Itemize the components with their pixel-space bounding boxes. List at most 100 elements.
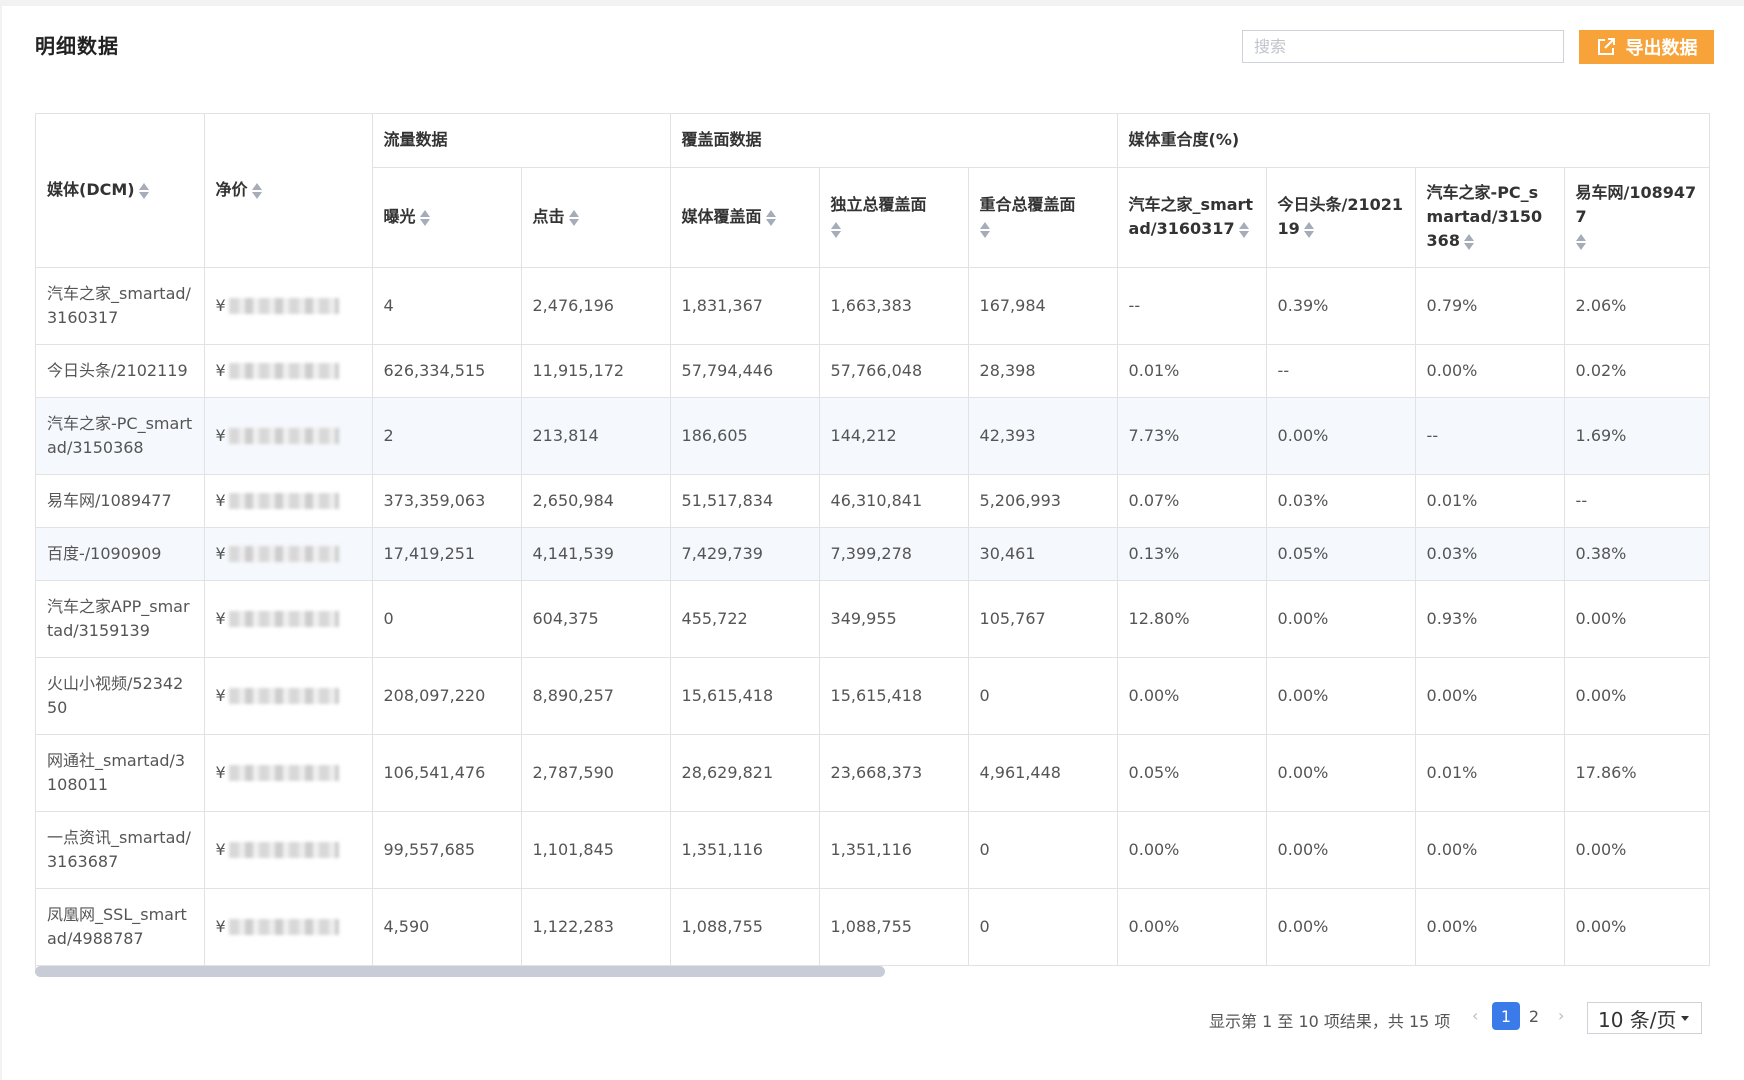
currency-symbol: ¥ [215, 543, 226, 563]
cell-ov-autohome-pc: -- [1415, 397, 1565, 475]
cell-clicks: 2,476,196 [521, 267, 671, 345]
sort-icon[interactable] [765, 209, 776, 227]
cell-media-coverage: 15,615,418 [670, 657, 820, 735]
cell-impressions: 17,419,251 [372, 527, 522, 581]
currency-symbol: ¥ [215, 685, 226, 705]
export-button[interactable]: 导出数据 [1579, 30, 1714, 64]
cell-ov-autohome: 12.80% [1117, 580, 1267, 658]
currency-symbol: ¥ [215, 608, 226, 628]
redacted-price [228, 297, 339, 314]
cell-media: 网通社_smartad/3108011 [36, 734, 205, 812]
sort-icon[interactable] [419, 209, 430, 227]
cell-ov-yiche: 0.38% [1564, 527, 1710, 581]
col-ov-yiche-header[interactable]: 易车网/1089477 [1564, 167, 1710, 268]
price-value: ¥ [216, 761, 361, 785]
col-ov-autohome-header[interactable]: 汽车之家_smartad/3160317 [1117, 167, 1267, 268]
cell-media-coverage: 57,794,446 [670, 344, 820, 398]
cell-unique-coverage: 144,212 [819, 397, 969, 475]
next-page-icon[interactable]: › [1558, 1006, 1564, 1025]
cell-ov-yiche: 0.00% [1564, 811, 1710, 889]
cell-ov-autohome: 0.00% [1117, 888, 1267, 966]
horizontal-scrollbar[interactable] [35, 966, 885, 977]
cell-unique-coverage: 15,615,418 [819, 657, 969, 735]
cell-ov-yiche: 0.02% [1564, 344, 1710, 398]
cell-ov-autohome: 7.73% [1117, 397, 1267, 475]
sort-icon[interactable] [1238, 221, 1249, 239]
page-1-button[interactable]: 1 [1492, 1002, 1520, 1030]
table-row: 汽车之家APP_smartad/3159139 ¥0 604,375 455,722 3… [36, 580, 1710, 658]
table-row: 网通社_smartad/3108011 ¥106,541,476 2,787,590… [36, 734, 1710, 812]
sort-icon[interactable] [1303, 221, 1314, 239]
cell-unique-coverage: 1,351,116 [819, 811, 969, 889]
currency-symbol: ¥ [215, 295, 226, 315]
redacted-price [228, 492, 339, 509]
cell-price: ¥ [204, 344, 373, 398]
prev-page-icon[interactable]: ‹ [1472, 1006, 1478, 1025]
cell-price: ¥ [204, 811, 373, 889]
cell-price: ¥ [204, 527, 373, 581]
cell-impressions: 373,359,063 [372, 474, 522, 528]
currency-symbol: ¥ [215, 762, 226, 782]
detail-table: 媒体(DCM) 净价 流量数据 覆盖面数据 媒体重合度(%) 曝光 点击 媒体覆… [36, 114, 1710, 966]
sort-icon[interactable] [1575, 233, 1586, 251]
cell-media: 汽车之家_smartad/3160317 [36, 267, 205, 345]
cell-ov-autohome: 0.13% [1117, 527, 1267, 581]
col-media-header[interactable]: 媒体(DCM) [36, 114, 205, 268]
price-value: ¥ [216, 489, 361, 513]
detail-table-container[interactable]: 媒体(DCM) 净价 流量数据 覆盖面数据 媒体重合度(%) 曝光 点击 媒体覆… [35, 113, 1710, 969]
table-row: 凤凰网_SSL_smartad/4988787 ¥4,590 1,122,283 1,… [36, 888, 1710, 966]
table-row: 汽车之家-PC_smartad/3150368 ¥2 213,814 186,605 1… [36, 397, 1710, 475]
cell-ov-autohome: 0.00% [1117, 811, 1267, 889]
page-size-label: 10 条/页 [1598, 1007, 1677, 1032]
sort-icon[interactable] [830, 221, 841, 239]
cell-ov-autohome-pc: 0.00% [1415, 344, 1565, 398]
cell-unique-coverage: 1,088,755 [819, 888, 969, 966]
col-overlap-coverage-header[interactable]: 重合总覆盖面 [968, 167, 1118, 268]
search-input[interactable] [1242, 30, 1564, 63]
col-ov-toutiao-header[interactable]: 今日头条/2102119 [1266, 167, 1416, 268]
page-2-button[interactable]: 2 [1520, 1002, 1548, 1030]
cell-ov-autohome-pc: 0.00% [1415, 657, 1565, 735]
currency-symbol: ¥ [215, 490, 226, 510]
cell-overlap-coverage: 42,393 [968, 397, 1118, 475]
cell-overlap-coverage: 105,767 [968, 580, 1118, 658]
cell-impressions: 99,557,685 [372, 811, 522, 889]
cell-price: ¥ [204, 888, 373, 966]
price-value: ¥ [216, 424, 361, 448]
col-clicks-header[interactable]: 点击 [521, 167, 671, 268]
sort-icon[interactable] [568, 209, 579, 227]
redacted-price [228, 764, 339, 781]
cell-clicks: 8,890,257 [521, 657, 671, 735]
cell-ov-toutiao: 0.03% [1266, 474, 1416, 528]
cell-media: 汽车之家-PC_smartad/3150368 [36, 397, 205, 475]
cell-media: 今日头条/2102119 [36, 344, 205, 398]
sort-icon[interactable] [138, 182, 149, 200]
page-title: 明细数据 [35, 34, 119, 58]
cell-clicks: 2,650,984 [521, 474, 671, 528]
cell-media-coverage: 28,629,821 [670, 734, 820, 812]
table-row: 百度-/1090909 ¥17,419,251 4,141,539 7,429,739… [36, 527, 1710, 581]
cell-price: ¥ [204, 397, 373, 475]
cell-ov-autohome: -- [1117, 267, 1267, 345]
cell-ov-autohome-pc: 0.01% [1415, 734, 1565, 812]
cell-clicks: 1,122,283 [521, 888, 671, 966]
sort-icon[interactable] [1463, 233, 1474, 251]
cell-media: 易车网/1089477 [36, 474, 205, 528]
cell-overlap-coverage: 0 [968, 888, 1118, 966]
col-ov-autohome-pc-header[interactable]: 汽车之家-PC_smartad/3150368 [1415, 167, 1565, 268]
sort-icon[interactable] [251, 182, 262, 200]
cell-ov-toutiao: 0.05% [1266, 527, 1416, 581]
redacted-price [228, 427, 339, 444]
price-value: ¥ [216, 684, 361, 708]
page-size-select[interactable]: 10 条/页 [1587, 1002, 1702, 1034]
col-impressions-header[interactable]: 曝光 [372, 167, 522, 268]
col-media-coverage-header[interactable]: 媒体覆盖面 [670, 167, 820, 268]
redacted-price [228, 687, 339, 704]
cell-ov-autohome-pc: 0.03% [1415, 527, 1565, 581]
sort-icon[interactable] [979, 221, 990, 239]
col-unique-coverage-header[interactable]: 独立总覆盖面 [819, 167, 969, 268]
cell-unique-coverage: 7,399,278 [819, 527, 969, 581]
cell-impressions: 4,590 [372, 888, 522, 966]
col-price-header[interactable]: 净价 [204, 114, 373, 268]
cell-overlap-coverage: 28,398 [968, 344, 1118, 398]
